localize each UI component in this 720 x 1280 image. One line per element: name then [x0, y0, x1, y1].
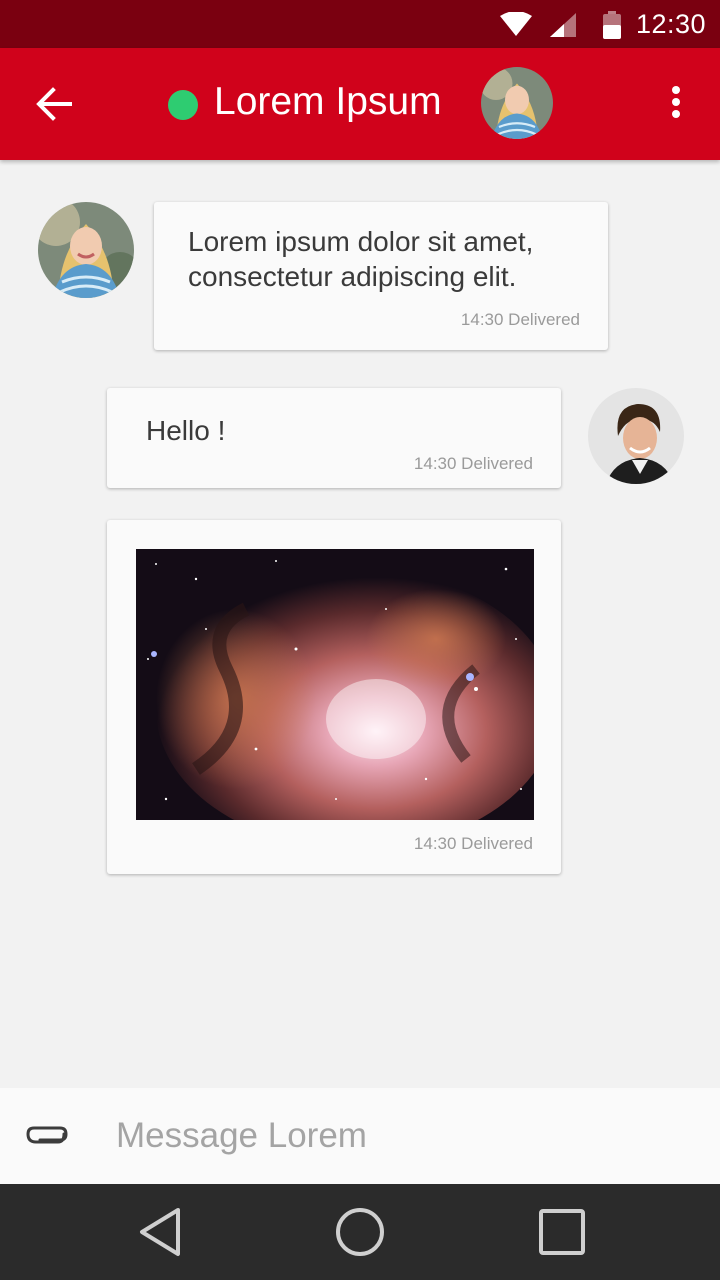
- nebula-image[interactable]: [136, 549, 534, 820]
- clock: 12:30: [636, 9, 707, 39]
- app-bar: Lorem Ipsum: [0, 48, 720, 160]
- message-text: Hello !: [146, 415, 226, 446]
- message-status: 14:30 Delivered: [413, 834, 533, 853]
- message-composer: [0, 1088, 720, 1184]
- nav-recents-icon[interactable]: [538, 1206, 586, 1263]
- system-nav-bar: [0, 1184, 720, 1280]
- paperclip-icon[interactable]: [24, 1120, 70, 1155]
- cellular-signal-icon: [550, 13, 576, 42]
- arrow-left-icon[interactable]: [34, 86, 74, 127]
- message-bubble-outgoing[interactable]: Hello ! 14:30 Delivered: [107, 388, 561, 488]
- user-avatar[interactable]: [588, 388, 684, 484]
- more-vertical-icon[interactable]: [664, 84, 688, 129]
- message-status: 14:30 Delivered: [460, 310, 580, 329]
- contact-avatar[interactable]: [38, 202, 134, 298]
- contact-avatar[interactable]: [481, 67, 553, 139]
- nav-back-icon[interactable]: [136, 1206, 184, 1263]
- wifi-icon: [500, 11, 532, 41]
- message-input[interactable]: [116, 1110, 676, 1162]
- online-status-dot: [168, 90, 198, 120]
- contact-name[interactable]: Lorem Ipsum: [214, 80, 442, 124]
- nav-home-icon[interactable]: [334, 1206, 386, 1263]
- message-bubble-incoming[interactable]: Lorem ipsum dolor sit amet, consectetur …: [154, 202, 608, 350]
- message-status: 14:30 Delivered: [413, 454, 533, 473]
- message-bubble-image[interactable]: 14:30 Delivered: [107, 520, 561, 874]
- message-text: Lorem ipsum dolor sit amet, consectetur …: [188, 226, 534, 292]
- status-bar: 12:30: [0, 0, 720, 48]
- battery-icon: [602, 11, 622, 44]
